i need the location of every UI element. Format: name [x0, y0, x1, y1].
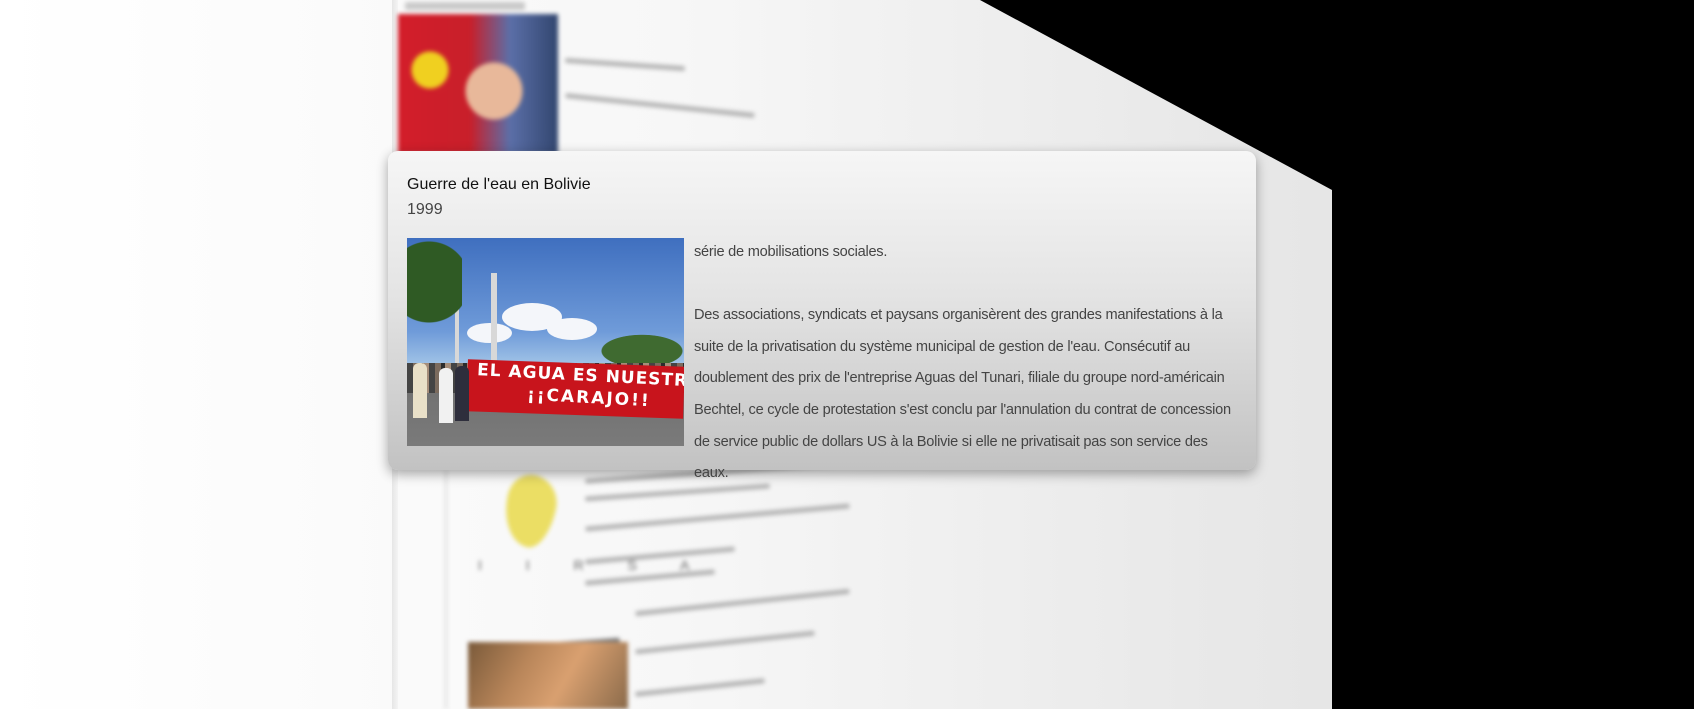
event-description: série de mobilisations sociales. Des ass…: [694, 237, 1239, 490]
tower-shape: [491, 273, 497, 363]
background-divider: [445, 470, 447, 709]
background-photo-top: [398, 14, 558, 154]
person-shape: [439, 368, 453, 423]
protest-photo: EL AGUA ES NUESTRA ¡¡CARAJO!!: [407, 238, 684, 446]
tree-shape: [407, 238, 462, 348]
description-paragraph-1: série de mobilisations sociales.: [694, 244, 888, 260]
background-photo-bottom: [468, 642, 628, 709]
trees-shape: [597, 333, 684, 363]
map-caption: I I R S A: [478, 557, 710, 573]
event-popup-card[interactable]: Guerre de l'eau en Bolivie 1999 EL AGUA …: [388, 151, 1256, 481]
background-heading: [405, 2, 525, 10]
cloud-shape: [547, 318, 597, 340]
event-year: 1999: [407, 201, 443, 218]
description-paragraph-2: Des associations, syndicats et paysans o…: [694, 307, 1231, 482]
event-title: Guerre de l'eau en Bolivie: [407, 176, 591, 193]
person-shape: [413, 363, 427, 418]
cloud-shape: [467, 323, 512, 343]
person-shape: [455, 366, 469, 421]
